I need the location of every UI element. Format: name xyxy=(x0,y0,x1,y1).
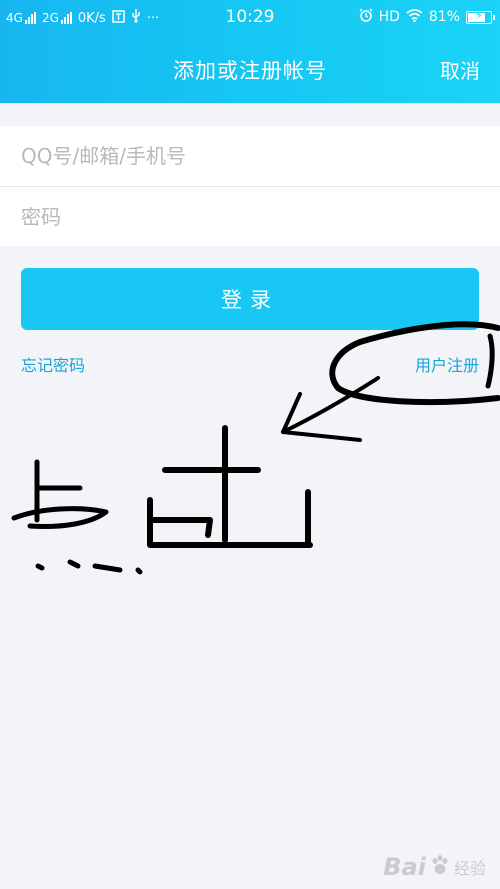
status-bar: 4G 2G 0K/s ··· 10:29 HD 81% ⚡ xyxy=(0,0,500,36)
page-title: 添加或注册帐号 xyxy=(173,59,327,83)
login-button[interactable]: 登录 xyxy=(21,268,479,330)
paw-icon xyxy=(429,854,451,880)
status-right: HD 81% ⚡ xyxy=(359,8,495,26)
account-row xyxy=(0,126,500,186)
watermark: Bai 经验 xyxy=(383,853,486,881)
annotation-loop-tail xyxy=(485,333,495,389)
forgot-password-link[interactable]: 忘记密码 xyxy=(21,352,85,376)
password-row xyxy=(0,186,500,246)
annotation-arrow-shaft xyxy=(281,376,380,434)
login-form xyxy=(0,126,500,246)
register-link[interactable]: 用户注册 xyxy=(415,352,479,376)
password-input[interactable] xyxy=(21,204,461,229)
wifi-icon xyxy=(406,8,423,26)
charging-bolt-icon: ⚡ xyxy=(475,8,483,22)
watermark-brand: Bai xyxy=(383,853,426,881)
cancel-button[interactable]: 取消 xyxy=(440,55,480,84)
battery-percent: 81% xyxy=(428,9,460,25)
hd-label: HD xyxy=(378,9,400,25)
app-header: 4G 2G 0K/s ··· 10:29 HD 81% ⚡ 添加或注册帐号 取消 xyxy=(0,0,500,103)
alarm-icon xyxy=(359,8,373,26)
annotation-char-dian xyxy=(11,459,143,575)
watermark-text: 经验 xyxy=(453,859,486,878)
battery-icon: ⚡ xyxy=(466,8,495,24)
annotation-arrow-head xyxy=(281,392,362,442)
account-input[interactable] xyxy=(21,144,461,168)
annotation-char-ji xyxy=(147,425,313,548)
